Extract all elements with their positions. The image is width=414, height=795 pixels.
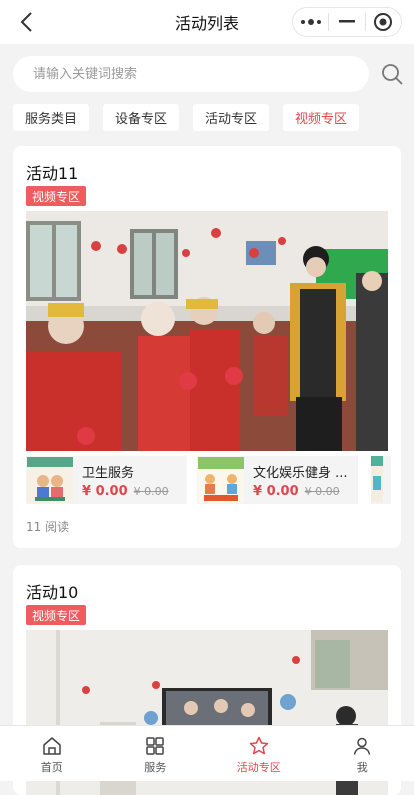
chevron-left-icon[interactable] (14, 8, 42, 36)
category-tabs: 服务类目 设备专区 活动专区 视频专区 (13, 104, 359, 131)
category-badge: 视频专区 (26, 605, 86, 625)
product-item-partial[interactable] (371, 456, 391, 504)
user-icon (351, 735, 373, 757)
bottom-tab-bar: 首页 服务 活动专区 我 (0, 725, 414, 781)
search-icon[interactable] (380, 62, 404, 86)
category-activity[interactable]: 活动专区 (193, 104, 269, 131)
product-original-price: ¥ 0.00 (134, 485, 169, 498)
search-bar (0, 52, 414, 96)
navigation-bar: 活动列表 (0, 0, 414, 44)
product-thumbnail (371, 456, 383, 502)
product-prices: ¥ 0.00 ¥ 0.00 (253, 484, 353, 499)
product-thumbnail (198, 457, 244, 503)
category-service[interactable]: 服务类目 (13, 104, 89, 131)
tab-service[interactable]: 服务 (104, 726, 208, 781)
product-info: 文化娱乐健身 ... ¥ 0.00 ¥ 0.00 (253, 462, 353, 499)
category-video[interactable]: 视频专区 (283, 104, 359, 131)
tab-label: 服务 (144, 759, 166, 775)
mini-program-capsule (292, 7, 402, 37)
search-box[interactable] (13, 56, 369, 92)
tab-label: 首页 (41, 759, 63, 775)
activity-title: 活动11 (26, 160, 78, 184)
page-title: 活动列表 (175, 10, 239, 34)
category-badge: 视频专区 (26, 186, 86, 206)
tab-label: 活动专区 (237, 759, 281, 775)
activity-photo[interactable] (26, 211, 388, 451)
tab-me[interactable]: 我 (311, 726, 414, 781)
activity-title: 活动10 (26, 579, 78, 603)
minus-icon[interactable] (329, 8, 364, 36)
product-list: 卫生服务 ¥ 0.00 ¥ 0.00 文化娱乐健身 ... ¥ 0. (26, 456, 401, 504)
product-item[interactable]: 文化娱乐健身 ... ¥ 0.00 ¥ 0.00 (197, 456, 358, 504)
product-thumbnail (27, 457, 73, 503)
star-icon (248, 735, 270, 757)
product-item[interactable]: 卫生服务 ¥ 0.00 ¥ 0.00 (26, 456, 187, 504)
product-price: ¥ 0.00 (253, 484, 299, 499)
tab-label: 我 (357, 759, 368, 775)
target-circle-icon[interactable] (366, 8, 401, 36)
product-prices: ¥ 0.00 ¥ 0.00 (82, 484, 182, 499)
more-dots-icon[interactable] (293, 8, 328, 36)
category-equipment[interactable]: 设备专区 (103, 104, 179, 131)
product-name: 卫生服务 (82, 462, 182, 481)
product-info: 卫生服务 ¥ 0.00 ¥ 0.00 (82, 462, 182, 499)
read-count: 11 阅读 (26, 518, 69, 535)
product-name: 文化娱乐健身 ... (253, 462, 353, 481)
tab-home[interactable]: 首页 (0, 726, 104, 781)
tab-activity[interactable]: 活动专区 (207, 726, 311, 781)
search-input[interactable] (31, 66, 355, 83)
home-icon (41, 735, 63, 757)
product-original-price: ¥ 0.00 (305, 485, 340, 498)
product-price: ¥ 0.00 (82, 484, 128, 499)
activity-card[interactable]: 活动11 视频专区 (13, 146, 401, 548)
grid-icon (144, 735, 166, 757)
